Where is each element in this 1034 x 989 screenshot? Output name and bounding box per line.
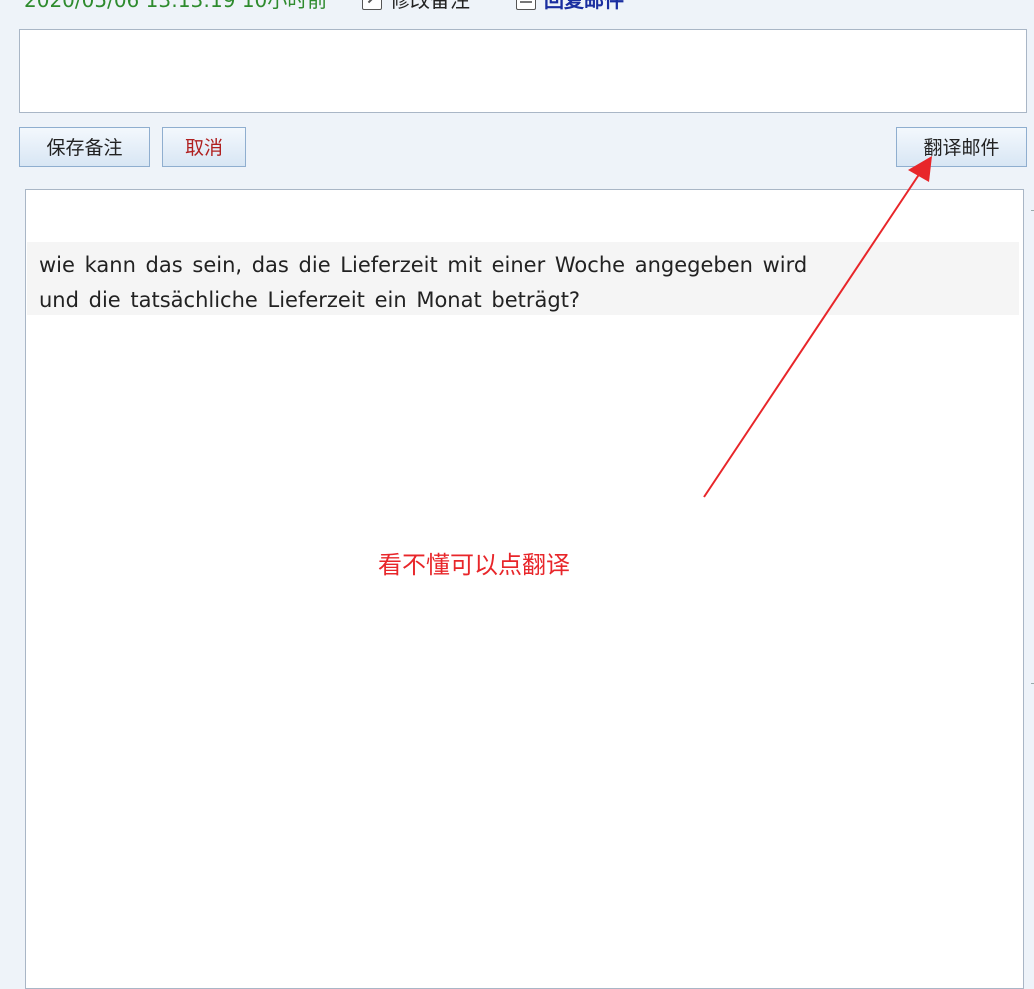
edit-note-label: 修改备注 [390,0,470,12]
translate-mail-button[interactable]: 翻译邮件 [896,127,1027,167]
mail-header-bar: 2020/05/06 13:13:19 10小时前 修改备注 回复邮件 [0,0,1034,16]
mail-body-text: wie kann das sein, das die Lieferzeit mi… [27,242,1019,315]
save-note-button[interactable]: 保存备注 [19,127,150,167]
edit-note-link[interactable]: 修改备注 [362,0,470,16]
reply-mail-link[interactable]: 回复邮件 [516,0,624,16]
document-icon [516,0,536,10]
annotation-text: 看不懂可以点翻译 [378,551,570,579]
cancel-button[interactable]: 取消 [162,127,246,167]
edit-icon [362,0,382,10]
mail-body-panel[interactable]: wie kann das sein, das die Lieferzeit mi… [25,189,1024,989]
reply-mail-label: 回复邮件 [544,0,624,12]
note-input[interactable] [19,29,1027,113]
mail-timestamp: 2020/05/06 13:13:19 10小时前 [24,0,328,12]
